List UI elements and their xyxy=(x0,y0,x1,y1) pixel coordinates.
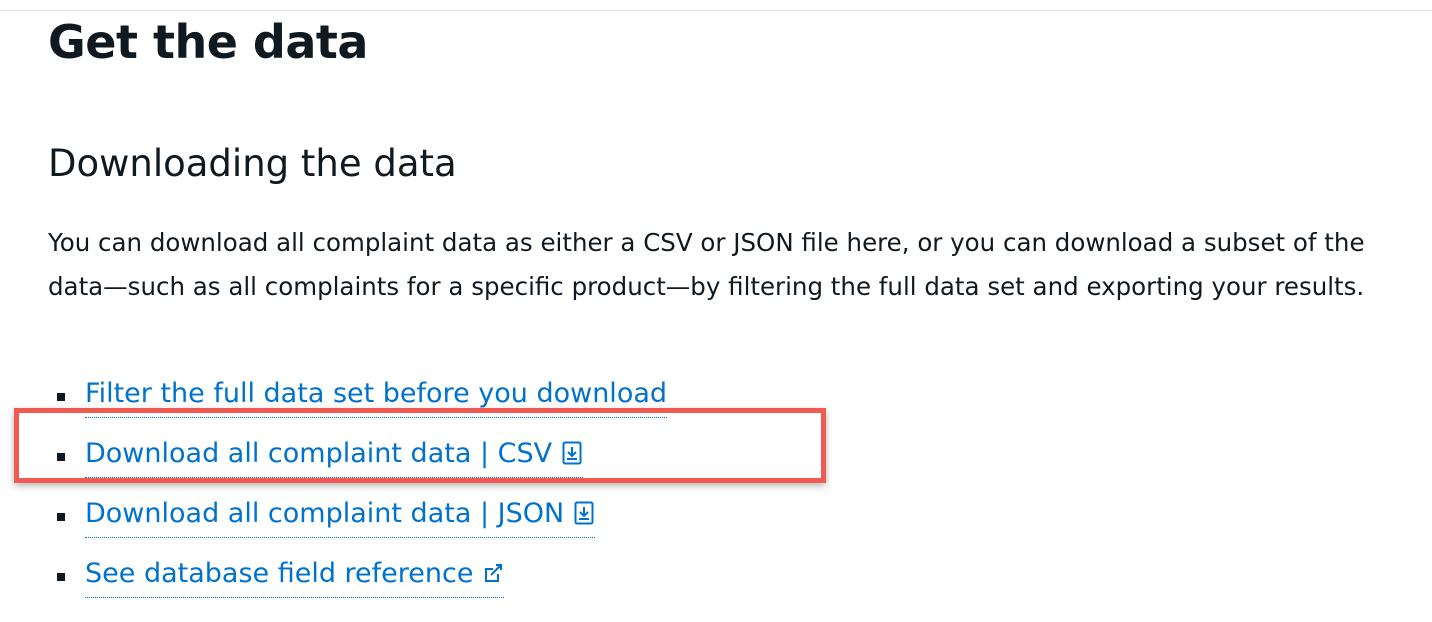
list-bullet xyxy=(57,513,65,521)
download-links-list: Filter the full data set before you down… xyxy=(48,371,1148,611)
intro-paragraph: You can download all complaint data as e… xyxy=(48,228,1365,301)
filter-data-link[interactable]: Filter the full data set before you down… xyxy=(85,371,668,418)
list-bullet xyxy=(57,453,65,461)
field-reference-link[interactable]: See database field reference xyxy=(85,551,505,598)
download-json-link[interactable]: Download all complaint data | JSON xyxy=(85,491,596,538)
list-bullet xyxy=(57,393,65,401)
link-item-csv: Download all complaint data | CSV xyxy=(48,431,1148,491)
link-item-json: Download all complaint data | JSON xyxy=(48,491,1148,551)
link-item-field-reference: See database field reference xyxy=(48,551,1148,611)
section-heading: Downloading the data xyxy=(48,142,457,185)
download-icon xyxy=(561,440,583,466)
filter-data-link-label: Filter the full data set before you down… xyxy=(85,378,668,409)
list-bullet xyxy=(57,573,65,581)
download-csv-link-label: Download all complaint data | CSV xyxy=(85,438,553,469)
external-link-icon xyxy=(482,560,504,586)
download-csv-link[interactable]: Download all complaint data | CSV xyxy=(85,431,584,478)
field-reference-link-label: See database field reference xyxy=(85,558,474,589)
download-icon xyxy=(573,500,595,526)
page-title: Get the data xyxy=(48,15,368,69)
download-json-link-label: Download all complaint data | JSON xyxy=(85,498,565,529)
link-item-filter: Filter the full data set before you down… xyxy=(48,371,1148,431)
